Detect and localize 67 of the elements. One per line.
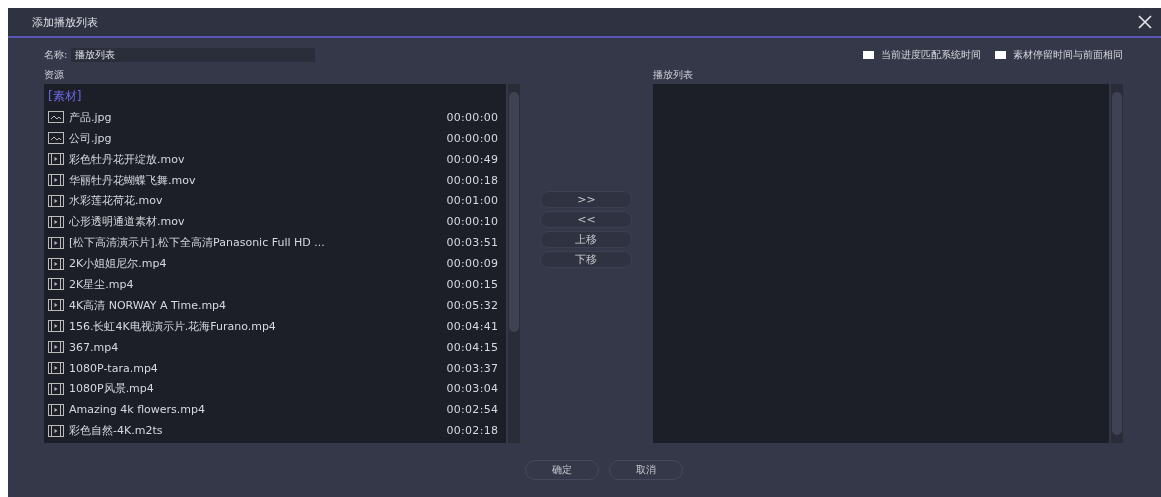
- file-name[interactable]: 公司.jpg: [69, 130, 447, 146]
- transfer-button[interactable]: 上移: [540, 231, 633, 248]
- file-name[interactable]: 水彩莲花荷花.mov: [69, 193, 447, 209]
- dialog-button[interactable]: 取消: [608, 460, 683, 480]
- video-file-icon: [48, 320, 64, 333]
- file-name[interactable]: 2K小姐姐尼尔.mp4: [69, 256, 447, 272]
- checkbox[interactable]: [863, 51, 874, 59]
- duration: 00:04:41: [446, 319, 499, 333]
- group-header[interactable]: [素材]: [48, 87, 82, 105]
- transfer-button[interactable]: >>: [540, 191, 633, 208]
- file-name[interactable]: 彩色自然-4K.m2ts: [69, 423, 447, 439]
- file-name[interactable]: 产品.jpg: [69, 109, 447, 125]
- duration: 00:00:09: [446, 257, 499, 271]
- file-name[interactable]: 4K高清 NORWAY A Time.mp4: [69, 297, 447, 313]
- duration: 00:02:54: [446, 403, 499, 417]
- duration: 00:00:18: [446, 173, 499, 187]
- duration: 00:05:32: [446, 298, 499, 312]
- file-name[interactable]: 1080P风景.mp4: [69, 381, 447, 397]
- window-title: 添加播放列表: [32, 14, 98, 30]
- video-file-icon: [48, 382, 64, 395]
- file-name[interactable]: 2K星尘.mp4: [69, 276, 447, 292]
- video-file-icon: [48, 194, 64, 207]
- duration: 00:00:00: [446, 110, 499, 124]
- image-icon: [48, 111, 64, 124]
- scrollbar[interactable]: [1111, 84, 1123, 443]
- file-name[interactable]: 彩色牡丹花开绽放.mov: [69, 151, 447, 167]
- name-field[interactable]: 播放列表: [71, 48, 316, 62]
- video-file-icon: [48, 362, 64, 374]
- video-file-icon: [48, 153, 64, 166]
- video-file-icon: [48, 403, 64, 416]
- file-name[interactable]: 1080P-tara.mp4: [69, 361, 447, 375]
- duration: 00:03:51: [446, 236, 499, 250]
- file-name[interactable]: 156.长虹4K电视演示片.花海Furano.mp4: [69, 318, 447, 334]
- image-icon: [48, 132, 64, 145]
- file-name[interactable]: [松下高清演示片].松下全高清Panasonic Full HD ...: [69, 235, 447, 251]
- dialog-button[interactable]: 确定: [524, 460, 599, 480]
- duration: 00:03:37: [446, 361, 499, 375]
- close-icon[interactable]: [1137, 14, 1153, 30]
- scrollbar[interactable]: [508, 84, 521, 443]
- playlist-label: 播放列表: [652, 68, 694, 82]
- duration: 00:01:00: [446, 194, 499, 208]
- file-name[interactable]: 心形透明通道素材.mov: [69, 214, 447, 230]
- file-name[interactable]: 华丽牡丹花蝴蝶飞舞.mov: [69, 172, 447, 188]
- checkbox[interactable]: [995, 51, 1006, 59]
- duration: 00:00:10: [446, 215, 499, 229]
- duration: 00:04:15: [446, 340, 499, 354]
- checkbox-label: 素材停留时间与前面相同: [1013, 48, 1123, 62]
- checkbox-label: 当前进度匹配系统时间: [881, 48, 981, 62]
- duration: 00:03:04: [446, 382, 499, 396]
- source-label: 资源: [44, 68, 65, 82]
- video-file-icon: [48, 341, 64, 354]
- video-file-icon: [48, 424, 64, 437]
- duration: 00:02:18: [446, 424, 499, 438]
- file-name[interactable]: Amazing 4k flowers.mp4: [69, 403, 447, 417]
- duration: 00:00:15: [446, 277, 499, 291]
- name-label: 名称:: [44, 48, 68, 62]
- video-file-icon: [48, 278, 64, 291]
- video-file-icon: [48, 299, 64, 312]
- transfer-button[interactable]: <<: [540, 211, 633, 228]
- duration: 00:00:49: [446, 152, 499, 166]
- video-file-icon: [48, 215, 64, 228]
- video-file-icon: [48, 174, 64, 186]
- file-name[interactable]: 367.mp4: [69, 340, 447, 354]
- video-file-icon: [48, 236, 64, 249]
- duration: 00:00:00: [446, 131, 499, 145]
- transfer-button[interactable]: 下移: [540, 251, 633, 268]
- video-file-icon: [48, 257, 64, 270]
